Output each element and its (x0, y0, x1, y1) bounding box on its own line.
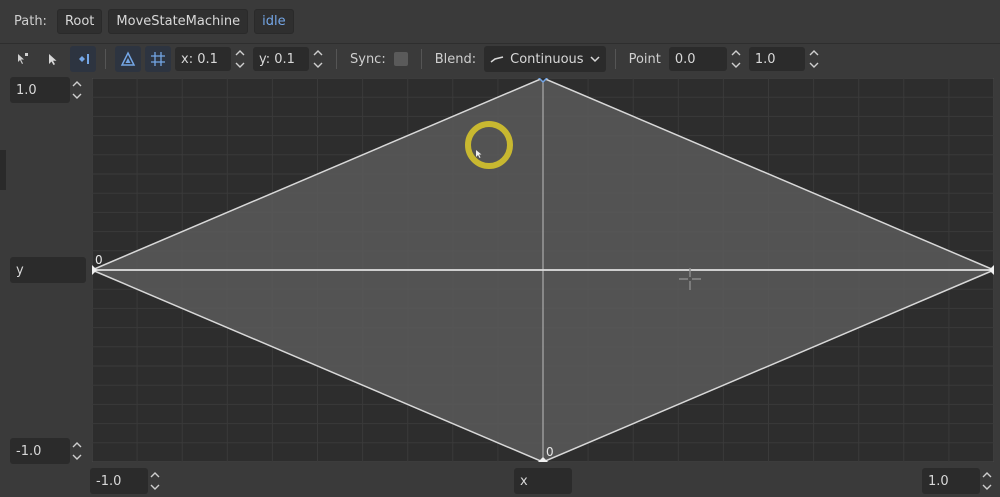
y-label-field[interactable]: y (10, 257, 86, 283)
blend-space-graph[interactable]: 00 (86, 72, 1000, 468)
sync-label: Sync: (350, 51, 386, 67)
stepper-arrows-icon (982, 472, 992, 490)
y-max-stepper[interactable] (72, 77, 84, 103)
triangle-icon (120, 51, 136, 66)
point-y-field[interactable]: 1.0 (748, 47, 805, 71)
blend-point-label: 0 (95, 253, 103, 267)
y-max-field[interactable]: 1.0 (10, 77, 70, 103)
blend-mode-value: Continuous (510, 51, 584, 67)
path-crumb-state-machine[interactable]: MoveStateMachine (108, 9, 249, 34)
point-x-stepper[interactable] (731, 46, 743, 72)
blend-space-canvas[interactable]: 00 (86, 72, 1000, 468)
x-min-stepper[interactable] (150, 468, 162, 494)
snap-y-stepper[interactable] (313, 46, 325, 72)
create-points-tool[interactable] (70, 46, 96, 72)
pointer-tool[interactable] (40, 46, 66, 72)
select-points-icon (18, 53, 28, 64)
create-triangles-tool[interactable] (115, 46, 141, 72)
panel-edge (0, 150, 6, 190)
stepper-arrows-icon (72, 442, 82, 460)
toolbar-separator (105, 49, 106, 69)
blend-label: Blend: (434, 51, 477, 67)
stepper-arrows-icon (72, 81, 82, 99)
point-y-stepper[interactable] (809, 46, 821, 72)
snap-x-stepper[interactable] (235, 46, 247, 72)
snap-grid-tool[interactable] (145, 46, 171, 72)
path-bar: Path: Root MoveStateMachine idle (0, 0, 1000, 44)
path-crumb-root[interactable]: Root (56, 9, 103, 34)
x-label-field[interactable]: x (514, 468, 572, 494)
toolbar-separator (614, 49, 616, 69)
blend-point-label: 0 (546, 445, 554, 459)
stepper-arrows-icon (809, 50, 819, 68)
pointer-icon (49, 54, 57, 65)
snap-y-field[interactable]: y: 0.1 (253, 47, 309, 71)
toolbar-separator (336, 49, 337, 69)
stepper-arrows-icon (731, 50, 741, 68)
stepper-arrows-icon (235, 50, 245, 68)
grid-snap-icon (151, 52, 165, 66)
create-points-icon (79, 54, 89, 64)
point-label: Point (628, 51, 661, 67)
x-max-stepper[interactable] (982, 468, 994, 494)
select-points-tool[interactable] (10, 46, 36, 72)
blend-mode-dropdown[interactable]: Continuous (484, 46, 606, 72)
point-x-field[interactable]: 0.0 (668, 47, 727, 71)
y-min-field[interactable]: -1.0 (10, 438, 70, 464)
blend-toolbar: x: 0.1 y: 0.1 Sync: Blend: Continuous Po… (0, 44, 1000, 74)
chevron-down-icon (590, 56, 600, 63)
continuous-blend-icon (490, 56, 504, 63)
x-min-field[interactable]: -1.0 (90, 468, 148, 494)
y-min-stepper[interactable] (72, 438, 84, 464)
path-label: Path: (14, 14, 47, 29)
snap-x-field[interactable]: x: 0.1 (175, 47, 231, 71)
x-max-field[interactable]: 1.0 (922, 468, 980, 494)
sync-checkbox[interactable] (393, 52, 408, 66)
path-crumb-idle[interactable]: idle (254, 9, 294, 34)
stepper-arrows-icon (150, 472, 160, 490)
toolbar-separator (420, 49, 422, 69)
stepper-arrows-icon (313, 50, 323, 68)
